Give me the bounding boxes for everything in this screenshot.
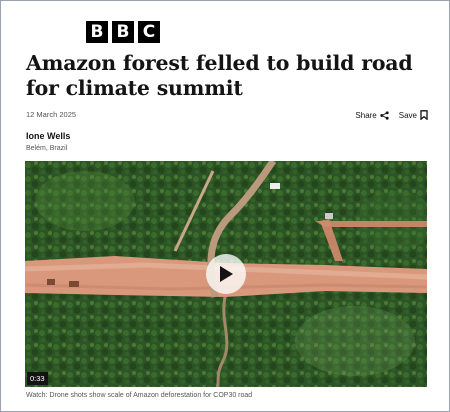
article-actions: Share Save (355, 110, 428, 120)
logo-letter-b2: B (112, 21, 134, 43)
video-player[interactable]: 0:33 (25, 161, 427, 387)
save-button[interactable]: Save (399, 110, 428, 120)
share-button[interactable]: Share (355, 110, 389, 120)
logo-letter-c: C (138, 21, 160, 43)
share-icon (380, 110, 389, 120)
video-duration: 0:33 (27, 371, 48, 385)
logo-letter-b1: B (86, 21, 108, 43)
bookmark-icon (420, 110, 428, 120)
author-name[interactable]: Ione Wells (26, 131, 70, 141)
bbc-logo[interactable]: B B C (86, 21, 160, 43)
play-button[interactable] (206, 254, 246, 294)
publish-date: 12 March 2025 (26, 110, 77, 119)
video-caption: Watch: Drone shots show scale of Amazon … (26, 392, 253, 399)
article-headline: Amazon forest felled to build road for c… (26, 51, 413, 100)
play-icon (220, 266, 233, 282)
share-label: Share (355, 110, 377, 120)
save-label: Save (398, 110, 417, 120)
author-location: Belém, Brazil (26, 145, 68, 152)
